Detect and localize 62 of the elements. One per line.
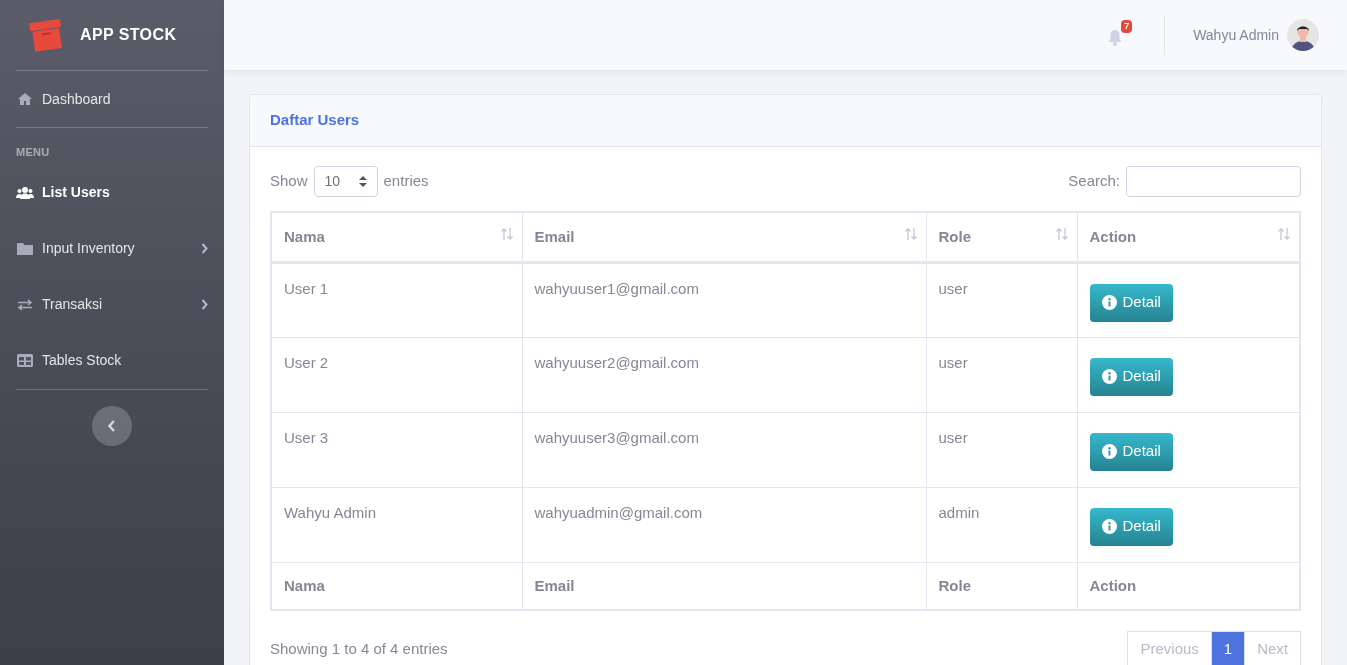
home-icon (17, 92, 33, 106)
sort-caret-icon (358, 175, 367, 187)
column-header[interactable]: Nama (271, 212, 522, 262)
column-footer: Action (1077, 562, 1300, 610)
sort-icon (1277, 227, 1291, 241)
column-header[interactable]: Action (1077, 212, 1300, 262)
sidebar-item[interactable]: Tables Stock (16, 332, 208, 389)
box-logo-icon (28, 18, 64, 52)
table-cell: Wahyu Admin (271, 487, 522, 562)
card-title: Daftar Users (270, 110, 360, 131)
folder-icon (17, 242, 33, 255)
detail-button[interactable]: Detail (1089, 507, 1173, 546)
detail-button[interactable]: Detail (1089, 357, 1173, 396)
table-cell: wahyuuser3@gmail.com (522, 412, 926, 487)
table-cell: User 1 (271, 262, 522, 337)
sort-icon (903, 227, 918, 241)
app-title: APP STOCK (80, 25, 177, 45)
chevron-left-icon (108, 419, 116, 432)
column-footer: Nama (271, 562, 522, 610)
sidebar-item[interactable]: Input Inventory (16, 220, 208, 277)
show-label: Show (270, 170, 308, 191)
table-cell: user (926, 337, 1077, 412)
column-footer: Email (522, 562, 926, 610)
entries-label: entries (383, 170, 429, 191)
info-icon (1101, 369, 1117, 384)
detail-button[interactable]: Detail (1089, 432, 1173, 471)
user-name[interactable]: Wahyu Admin (1193, 24, 1279, 46)
chevron-right-icon (201, 299, 208, 310)
table-cell: User 3 (271, 412, 522, 487)
menu-heading: MENU (16, 145, 51, 160)
exchange-icon (17, 298, 33, 311)
sort-icon (499, 227, 514, 241)
table-cell: user (926, 412, 1077, 487)
avatar-icon[interactable] (1287, 19, 1319, 51)
column-header[interactable]: Email (522, 212, 926, 262)
table-cell: wahyuuser2@gmail.com (522, 337, 926, 412)
table-cell: User 2 (271, 337, 522, 412)
sidebar-item[interactable]: List Users (16, 164, 208, 221)
notification-count: 7 (1121, 20, 1133, 33)
collapse-sidebar-button[interactable] (92, 405, 132, 446)
users-icon (16, 186, 34, 199)
table-cell: wahyuadmin@gmail.com (522, 487, 926, 562)
table-cell: user (926, 262, 1077, 337)
column-header[interactable]: Role (926, 212, 1077, 262)
chevron-right-icon (201, 243, 208, 254)
sidebar-item[interactable]: Transaksi (16, 276, 208, 333)
table-info: Showing 1 to 4 of 4 entries (270, 639, 448, 659)
info-icon (1101, 444, 1117, 459)
sidebar-item[interactable]: Dashboard (16, 71, 208, 127)
table-cell: admin (926, 487, 1077, 562)
table-icon (17, 354, 33, 367)
notification-button[interactable]: 7 (1098, 20, 1133, 50)
sort-icon (1054, 227, 1069, 241)
table-cell: wahyuuser1@gmail.com (522, 262, 926, 337)
search-label: Search: (1068, 170, 1120, 191)
bell-icon (1107, 28, 1124, 46)
info-icon (1101, 519, 1117, 534)
column-footer: Role (926, 562, 1077, 610)
info-icon (1101, 295, 1117, 310)
detail-button[interactable]: Detail (1089, 283, 1173, 322)
search-field[interactable] (1126, 165, 1301, 197)
entries-select[interactable]: 10 (313, 165, 378, 197)
